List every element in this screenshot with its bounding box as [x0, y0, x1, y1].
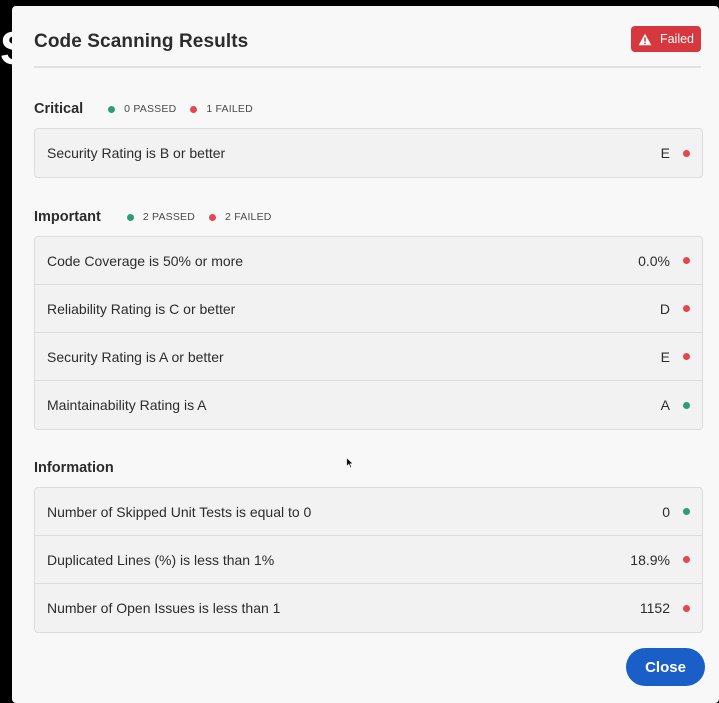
mouse-cursor-icon [346, 456, 355, 474]
failed-dot-icon [190, 105, 198, 113]
check-row: Maintainability Rating is A A [35, 381, 702, 429]
failed-status-dot-icon [683, 149, 690, 157]
section-header-important: Important 2 PASSED 2 FAILED [34, 209, 272, 225]
passed-count: 2 PASSED [126, 211, 196, 223]
code-scanning-results-dialog: Code Scanning Results Failed Critical 0 … [12, 6, 719, 703]
check-row: Number of Open Issues is less than 1 115… [35, 584, 702, 632]
check-label: Number of Skipped Unit Tests is equal to… [47, 503, 312, 520]
check-label: Security Rating is B or better [47, 145, 226, 161]
close-button[interactable]: Close [626, 648, 705, 686]
check-value: E [660, 348, 670, 365]
check-label: Code Coverage is 50% or more [47, 252, 244, 269]
failed-status-dot-icon [683, 604, 690, 612]
passed-count: 0 PASSED [108, 103, 176, 115]
failed-status-dot-icon [683, 353, 690, 360]
important-checks-card: Code Coverage is 50% or more 0.0% Reliab… [34, 236, 703, 430]
check-row: Security Rating is B or better E [35, 129, 702, 177]
dialog-header: Code Scanning Results Failed [34, 6, 701, 68]
section-title: Information [34, 460, 114, 476]
failed-status-dot-icon [683, 556, 690, 563]
check-label: Security Rating is A or better [47, 348, 224, 365]
passed-dot-icon [108, 105, 116, 113]
check-value: D [659, 300, 670, 317]
passed-count-label: 0 PASSED [124, 103, 177, 115]
check-value: 18.9% [630, 551, 670, 568]
check-value: 1152 [639, 600, 670, 616]
failed-dot-icon [209, 213, 217, 221]
warning-triangle-icon [638, 33, 652, 46]
failed-count: 1 FAILED [190, 103, 253, 115]
critical-checks-card: Security Rating is B or better E [34, 128, 703, 178]
check-label: Maintainability Rating is A [47, 397, 207, 413]
check-row: Number of Skipped Unit Tests is equal to… [35, 488, 702, 536]
check-value: E [660, 145, 670, 161]
passed-status-dot-icon [683, 508, 690, 515]
dialog-title: Code Scanning Results [34, 31, 249, 52]
check-row: Code Coverage is 50% or more 0.0% [35, 237, 702, 285]
check-value: 0.0% [638, 252, 670, 269]
check-value: 0 [662, 503, 670, 520]
failed-status-dot-icon [683, 305, 690, 312]
check-row: Duplicated Lines (%) is less than 1% 18.… [35, 536, 702, 584]
passed-dot-icon [126, 213, 134, 221]
section-title: Important [34, 209, 101, 225]
section-header-critical: Critical 0 PASSED 1 FAILED [34, 101, 253, 117]
failed-count: 2 FAILED [209, 211, 272, 223]
check-value: A [660, 397, 670, 413]
information-checks-card: Number of Skipped Unit Tests is equal to… [34, 487, 703, 633]
section-header-information: Information [34, 460, 114, 476]
status-badge-label: Failed [659, 32, 695, 46]
check-row: Security Rating is A or better E [35, 333, 702, 381]
check-label: Number of Open Issues is less than 1 [47, 600, 281, 616]
section-title: Critical [34, 101, 84, 117]
failed-status-dot-icon [683, 257, 690, 264]
status-badge: Failed [631, 26, 701, 52]
check-label: Duplicated Lines (%) is less than 1% [47, 551, 275, 568]
check-label: Reliability Rating is C or better [47, 300, 236, 317]
check-row: Reliability Rating is C or better D [35, 285, 702, 333]
failed-count-label: 2 FAILED [225, 211, 272, 223]
passed-status-dot-icon [683, 401, 690, 409]
passed-count-label: 2 PASSED [142, 211, 196, 223]
failed-count-label: 1 FAILED [206, 103, 253, 115]
